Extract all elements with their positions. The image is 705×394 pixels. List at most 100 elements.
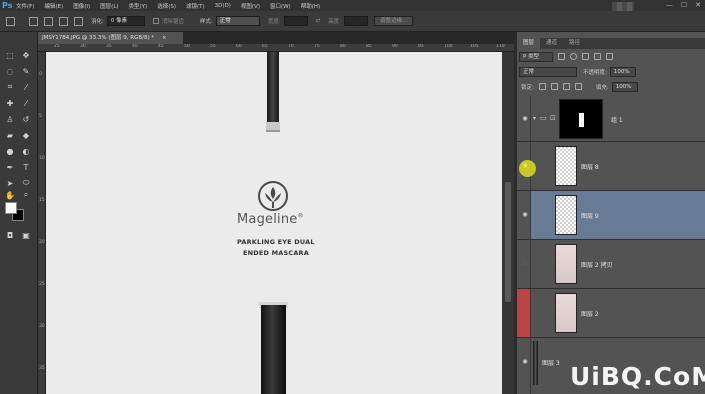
ruler-tick-label: 90 [392,44,398,49]
opacity-input[interactable]: 100% [609,66,636,77]
layer-row-group-1[interactable]: ◉ ▾ ▭ ⊡ 组 1 [517,96,705,142]
height-label: 高度: [328,19,342,25]
foreground-color-swatch[interactable] [5,202,17,214]
group-expand-icon[interactable]: ▾ [533,115,536,122]
adjustment-filter-icon[interactable] [570,53,577,60]
eye-icon[interactable]: ◉ [521,358,529,366]
layer-name[interactable]: 图层 8 [581,162,599,171]
tab-channels[interactable]: 通道 [540,38,563,49]
document-tab[interactable]: JMSY1784.JPG @ 33.3% (图层 9, RGB/8) * × [38,32,183,44]
menu-image[interactable]: 图像(I) [73,2,90,10]
path-select-icon[interactable]: ➤ [4,178,16,188]
lock-position-icon[interactable] [562,83,570,90]
ruler-tick-label: 35 [39,366,45,371]
antialias-checkbox[interactable] [152,18,159,24]
eye-hidden-icon[interactable]: ▫ [521,260,529,268]
layer-row-layer-9[interactable]: ◉ 图层 9 [517,191,705,240]
type-filter-icon[interactable] [582,53,589,60]
width-input[interactable] [283,16,308,26]
marquee-tool-icon[interactable] [6,16,15,26]
layer-filter-select[interactable]: P 类型 [519,51,553,62]
maximize-icon[interactable]: ☐ [681,0,687,11]
height-input[interactable] [344,16,369,26]
menu-view[interactable]: 视图(V) [241,2,260,10]
ruler-tick-label: 100 [444,44,453,49]
eraser-icon[interactable]: ▰ [4,130,16,140]
scrollbar-thumb[interactable] [505,182,511,302]
screen-mode-icon[interactable]: ▣ [20,230,32,240]
smart-object-filter-icon[interactable] [606,53,613,60]
ruler-tick-label: 0 [39,72,42,77]
menu-file[interactable]: 文件(F) [16,2,34,10]
lasso-icon[interactable]: ◌ [4,66,16,76]
eyedropper-icon[interactable]: ⁄ [20,82,32,92]
fill-input[interactable]: 100% [611,81,638,92]
menu-filter[interactable]: 滤镜(T) [186,2,205,10]
layer-row-layer-2[interactable]: 图层 2 [517,289,705,338]
layer-name[interactable]: 图层 9 [581,211,599,220]
lock-pixels-icon[interactable] [550,83,558,90]
menu-edit[interactable]: 编辑(E) [44,2,63,10]
new-selection-icon[interactable] [29,16,38,26]
marquee-icon[interactable]: ⬚ [4,50,16,60]
crop-icon[interactable]: ⌗ [4,82,16,92]
menu-select[interactable]: 选择(S) [157,2,176,10]
menu-type[interactable]: 类型(Y) [129,2,148,10]
dodge-icon[interactable]: ◐ [20,146,32,156]
feather-input[interactable]: 0 像素 [106,16,145,26]
menu-help[interactable]: 帮助(H) [301,2,320,10]
move-icon[interactable]: ✥ [20,50,32,60]
add-selection-icon[interactable] [44,16,53,26]
layer-name[interactable]: 图层 3 [542,358,560,367]
ruler-tick-label: 65 [262,44,268,49]
style-select[interactable]: 正常 [215,16,260,26]
healing-brush-icon[interactable]: ✚ [4,98,16,108]
options-bar: 羽化: 0 像素 消除锯齿 样式: 正常 宽度: ⇄ 高度: 调整边缘... [0,11,705,32]
fill-label: 填充: [595,84,609,91]
menu-layer[interactable]: 图层(L) [100,2,118,10]
width-label: 宽度: [267,19,281,25]
pixel-filter-icon[interactable] [558,53,565,60]
clone-stamp-icon[interactable]: ♙ [4,114,16,124]
eye-icon[interactable]: ◉ [521,115,529,123]
ellipse-icon[interactable]: ⬭ [20,178,32,188]
lock-transparency-icon[interactable] [538,83,546,90]
blend-mode-select[interactable]: 正常 [519,66,577,77]
image-canvas[interactable]: Mageline® PARKLING EYE DUAL ENDED MASCAR… [46,52,502,394]
layers-panel: 图层 通道 路径 P 类型 正常 不透明度: 100% 锁定: 填充: 100%… [517,32,705,394]
brush-icon[interactable]: ⁄ [20,98,32,108]
menu-3d[interactable]: 3D(D) [215,3,231,9]
eye-icon[interactable]: ◉ [521,211,529,219]
tab-layers[interactable]: 图层 [517,38,541,49]
close-tab-icon[interactable]: × [162,35,167,41]
subtract-selection-icon[interactable] [59,16,68,26]
menu-window[interactable]: 窗口(W) [270,2,291,10]
quick-mask-icon[interactable]: ◘ [4,230,16,240]
paint-bucket-icon[interactable]: ◆ [20,130,32,140]
layer-row-layer-8[interactable]: ◉ 图层 8 [517,142,705,191]
shape-filter-icon[interactable] [594,53,601,60]
intersect-selection-icon[interactable] [74,16,83,26]
layer-row-layer-2-copy[interactable]: ▫ 图层 2 拷贝 [517,240,705,289]
close-icon[interactable]: ✕ [695,0,701,11]
blend-row: 正常 不透明度: 100% [519,66,636,77]
pen-icon[interactable]: ✒ [4,162,16,172]
canvas-vertical-scrollbar[interactable] [502,52,514,394]
layer-name[interactable]: 图层 2 拷贝 [581,260,613,269]
ruler-tick-label: 55 [210,44,216,49]
swap-icon[interactable]: ⇄ [316,18,321,24]
type-icon[interactable]: T [20,162,32,172]
history-brush-icon[interactable]: ↺ [20,114,32,124]
quick-select-icon[interactable]: ✎ [20,66,32,76]
blur-icon[interactable]: ● [4,146,16,156]
refine-edge-button[interactable]: 调整边缘... [374,16,414,26]
layer-name[interactable]: 组 1 [611,115,623,124]
opacity-label: 不透明度: [583,69,607,76]
minimize-icon[interactable]: — [666,0,673,11]
zoom-icon[interactable]: ⌕ [20,190,32,200]
watermark: UiBQ.CoM [570,362,705,391]
lock-all-icon[interactable] [574,83,582,90]
hand-icon[interactable]: ✋ [4,190,16,200]
tab-paths[interactable]: 路径 [563,38,586,49]
layer-name[interactable]: 图层 2 [581,309,599,318]
